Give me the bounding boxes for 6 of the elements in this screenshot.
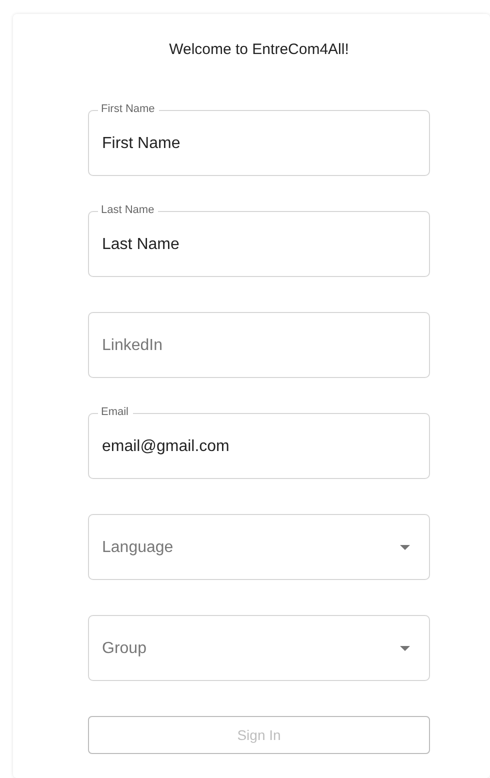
- input-field[interactable]: LinkedIn: [88, 312, 430, 378]
- dropdown-field[interactable]: Group: [88, 615, 430, 681]
- caret-icon: [400, 646, 410, 651]
- caret-icon: [400, 545, 410, 550]
- welcome-heading: Welcome to EntreCom4All!: [168, 41, 350, 59]
- dropdown-field[interactable]: Language: [88, 514, 430, 580]
